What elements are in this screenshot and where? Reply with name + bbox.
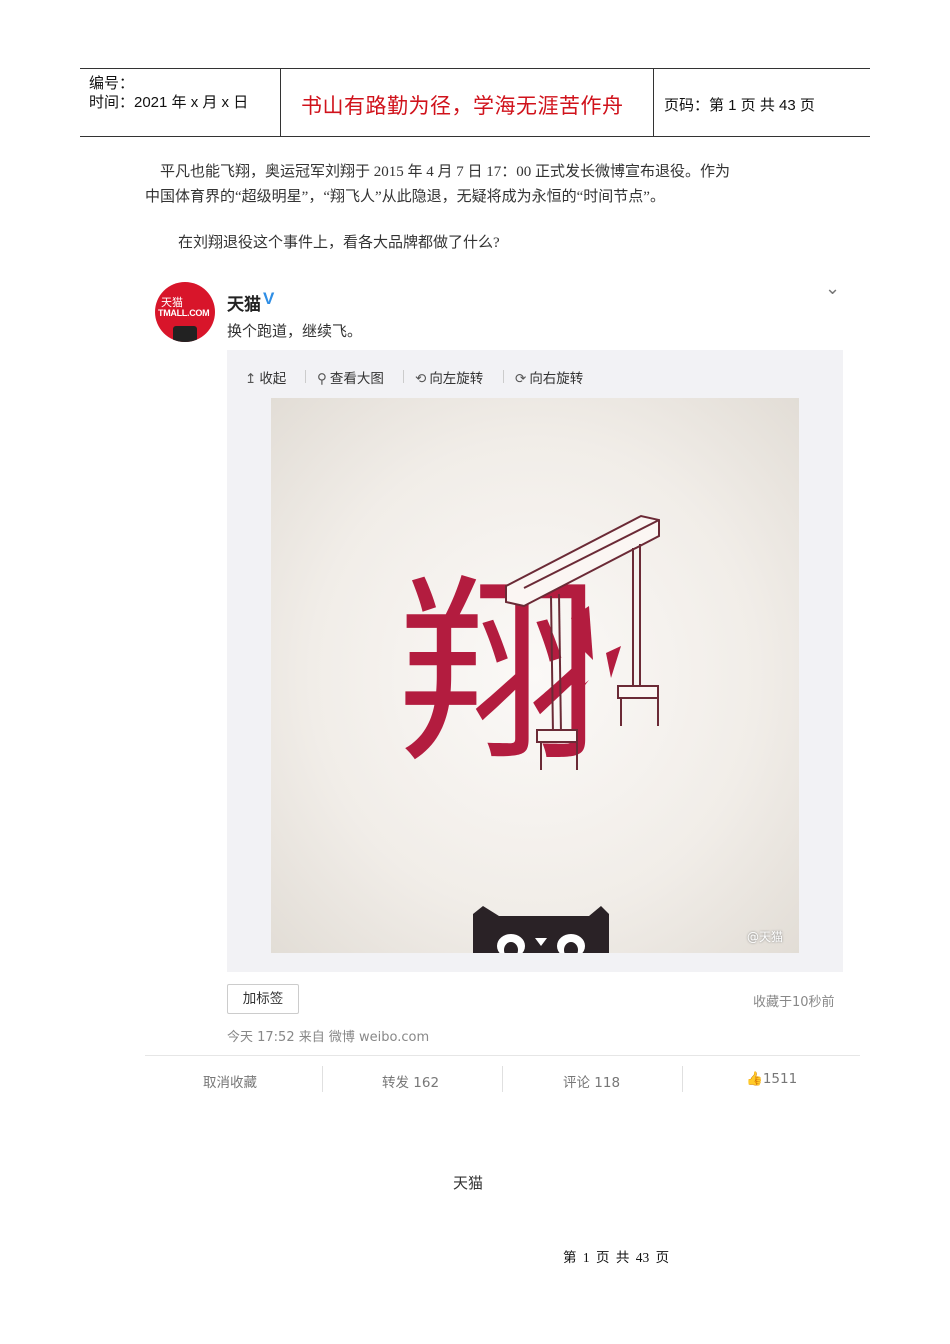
avatar-text-en: TMALL.COM — [158, 308, 210, 318]
chevron-down-icon[interactable]: ⌄ — [825, 278, 840, 299]
toolbar-divider — [305, 370, 306, 383]
post-image[interactable]: 翔 @天猫 — [271, 398, 799, 953]
arrow-up-icon: ↥ — [245, 371, 257, 387]
divider — [145, 1055, 860, 1056]
repost-button[interactable]: 转发 162 — [382, 1071, 439, 1091]
rotate-right-icon: ⟳ — [515, 371, 527, 387]
post-meta: 今天 17:52 来自 微博 weibo.com — [227, 1030, 430, 1045]
header-meta-cell: 编号： 时间：2021 年 x 月 x 日 — [80, 69, 281, 136]
date-label: 时间：2021 年 x 月 x 日 — [89, 94, 249, 111]
comment-button[interactable]: 评论 118 — [563, 1071, 620, 1091]
rotate-left-label: 向左旋转 — [429, 371, 484, 387]
weibo-post-card: 天猫 TMALL.COM 天猫 V 换个跑道，继续飞。 ⌄ ↥ 收起 ⚲ 查看大图 … — [145, 270, 860, 1100]
paragraph-2: 在刘翔退役这个事件上，看各大品牌都做了什么? — [178, 235, 500, 251]
header-page-cell: 页码：第 1 页 共 43 页 — [654, 69, 870, 136]
page-footer: 第 1 页 共 43 页 — [563, 1250, 670, 1265]
paragraph-1-line-1: 平凡也能飞翔，奥运冠军刘翔于 2015 年 4 月 7 日 17：00 正式发长… — [160, 164, 731, 180]
header-motto-cell: 书山有路勤为径，学海无涯苦作舟 — [281, 69, 654, 136]
view-large-button[interactable]: ⚲ 查看大图 — [317, 367, 384, 387]
saved-time: 收藏于10秒前 — [753, 995, 835, 1010]
view-large-label: 查看大图 — [329, 371, 384, 387]
image-caption: 天猫 — [453, 1176, 484, 1192]
rotate-left-button[interactable]: ⟲ 向左旋转 — [415, 367, 483, 387]
document-header: 编号： 时间：2021 年 x 月 x 日 书山有路勤为径，学海无涯苦作舟 页码… — [80, 68, 870, 137]
image-watermark: @天猫 — [747, 930, 784, 944]
avatar[interactable]: 天猫 TMALL.COM — [155, 282, 215, 342]
like-count: 1511 — [762, 1071, 798, 1087]
number-label: 编号： — [89, 75, 135, 92]
collapse-button[interactable]: ↥ 收起 — [245, 367, 286, 387]
action-divider — [322, 1066, 323, 1092]
rotate-left-icon: ⟲ — [415, 371, 427, 387]
username[interactable]: 天猫 — [227, 290, 261, 315]
toolbar-divider — [403, 370, 404, 383]
page-info: 页码：第 1 页 共 43 页 — [664, 97, 815, 114]
rotate-right-button[interactable]: ⟳ 向右旋转 — [515, 367, 583, 387]
tmall-cat-icon — [473, 906, 609, 953]
add-tag-button[interactable]: 加标签 — [227, 984, 299, 1014]
search-icon: ⚲ — [317, 371, 327, 387]
motto: 书山有路勤为径，学海无涯苦作舟 — [301, 94, 624, 118]
action-divider — [502, 1066, 503, 1092]
collapse-label: 收起 — [259, 371, 287, 387]
unfavorite-button[interactable]: 取消收藏 — [203, 1071, 257, 1091]
paragraph-1-line-2: 中国体育界的“超级明星”，“翔飞人”从此隐退，无疑将成为永恒的“时间节点”。 — [145, 189, 665, 205]
verified-badge-icon: V — [263, 289, 275, 308]
rotate-right-label: 向右旋转 — [529, 371, 584, 387]
character-glyph: 翔 — [399, 558, 599, 791]
cat-logo-icon — [173, 326, 197, 342]
toolbar-divider — [503, 370, 504, 383]
like-button[interactable]: 👍1511 — [746, 1071, 797, 1087]
thumbs-up-icon: 👍 — [746, 1071, 763, 1087]
media-viewer: ↥ 收起 ⚲ 查看大图 ⟲ 向左旋转 ⟳ 向右旋转 翔 @天猫 — [227, 350, 843, 972]
action-divider — [682, 1066, 683, 1092]
hurdle-character-illustration: 翔 — [399, 514, 660, 953]
post-text: 换个跑道，继续飞。 — [227, 322, 363, 340]
